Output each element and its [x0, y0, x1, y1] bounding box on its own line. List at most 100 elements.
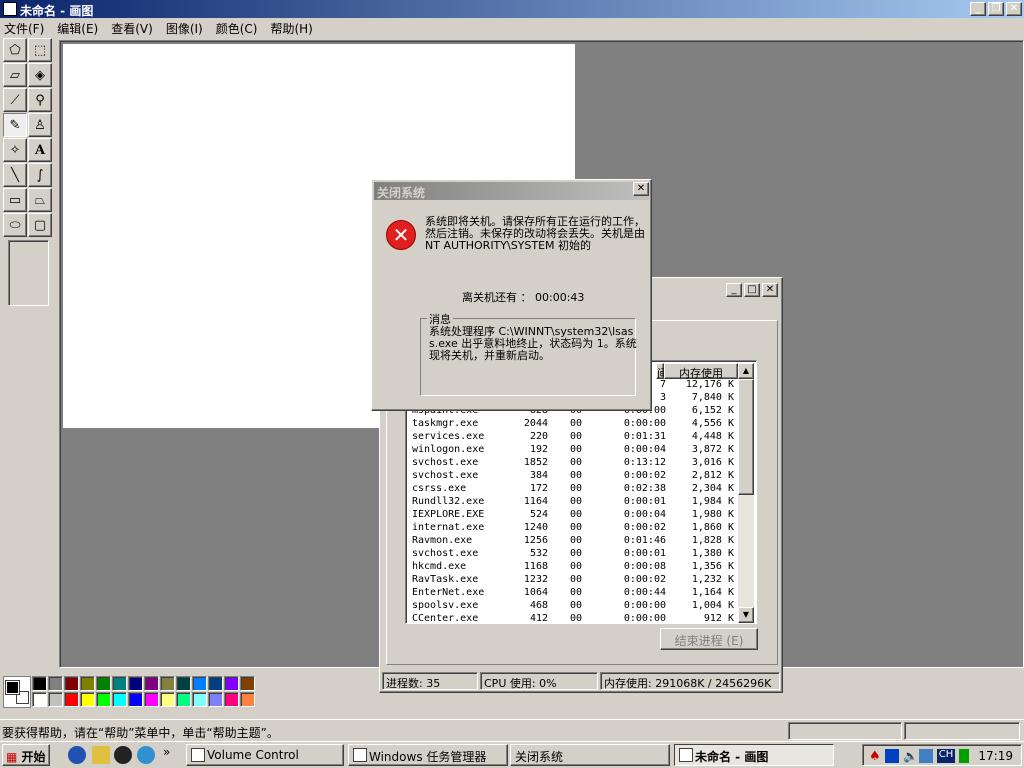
palette-color-swatch[interactable]	[240, 692, 255, 707]
ime-status-icon[interactable]	[959, 749, 969, 763]
tm-minimize-button[interactable]: _	[726, 283, 742, 297]
menu-help[interactable]: 帮助(H)	[270, 20, 312, 38]
palette-color-swatch[interactable]	[160, 692, 175, 707]
volume-tray-icon[interactable]: 🔈	[903, 749, 918, 763]
menu-file[interactable]: 文件(F)	[4, 20, 44, 38]
polygon-tool-icon[interactable]: ⏢	[28, 188, 52, 212]
table-row[interactable]: CCenter.exe 412 00 0:00:00 912 K	[408, 613, 738, 623]
palette-color-swatch[interactable]	[32, 692, 47, 707]
palette-color-swatch[interactable]	[192, 676, 207, 691]
task-paint[interactable]: 未命名 - 画图	[674, 744, 834, 766]
palette-color-swatch[interactable]	[176, 676, 191, 691]
ie-quicklaunch-icon[interactable]	[68, 746, 86, 764]
palette-color-swatch[interactable]	[48, 676, 63, 691]
pencil-tool-icon[interactable]: ✎	[3, 113, 27, 137]
table-row[interactable]: winlogon.exe 192 00 0:00:04 3,872 K	[408, 444, 738, 457]
scroll-down-icon[interactable]: ▼	[738, 607, 754, 623]
palette-color-swatch[interactable]	[32, 676, 47, 691]
start-button[interactable]: ▦ 开始	[2, 744, 50, 766]
palette-color-swatch[interactable]	[112, 692, 127, 707]
table-row[interactable]: services.exe 220 00 0:01:31 4,448 K	[408, 431, 738, 444]
palette-color-swatch[interactable]	[240, 676, 255, 691]
table-row[interactable]: Ravmon.exe 1256 00 0:01:46 1,828 K	[408, 535, 738, 548]
task-task-manager[interactable]: Windows 任务管理器	[348, 744, 508, 766]
palette-color-swatch[interactable]	[224, 676, 239, 691]
qq-quicklaunch-icon[interactable]	[114, 746, 132, 764]
table-row[interactable]: svchost.exe 1852 00 0:13:12 3,016 K	[408, 457, 738, 470]
text-tool-icon[interactable]: A	[28, 138, 52, 162]
palette-color-swatch[interactable]	[160, 676, 175, 691]
palette-color-swatch[interactable]	[96, 692, 111, 707]
color-picker-tool-icon[interactable]: ⟋	[3, 88, 27, 112]
palette-color-swatch[interactable]	[80, 692, 95, 707]
end-process-button[interactable]: 结束进程 (E)	[660, 628, 758, 650]
palette-color-swatch[interactable]	[128, 676, 143, 691]
ellipse-tool-icon[interactable]: ⬭	[3, 213, 27, 237]
col-mem-usage[interactable]: 内存使用	[664, 363, 738, 380]
palette-color-swatch[interactable]	[224, 692, 239, 707]
col-cpu-time[interactable]: 间	[656, 363, 668, 380]
scroll-thumb[interactable]	[738, 379, 754, 495]
table-row[interactable]: spoolsv.exe 468 00 0:00:00 1,004 K	[408, 600, 738, 613]
restore-button[interactable]: ❐	[988, 2, 1004, 16]
palette-color-swatch[interactable]	[192, 692, 207, 707]
palette-color-swatch[interactable]	[176, 692, 191, 707]
table-row[interactable]: svchost.exe 384 00 0:00:02 2,812 K	[408, 470, 738, 483]
curve-tool-icon[interactable]: ∫	[28, 163, 52, 187]
tm-close-button[interactable]: ✕	[762, 283, 778, 297]
palette-color-swatch[interactable]	[128, 692, 143, 707]
palette-color-swatch[interactable]	[144, 692, 159, 707]
table-row[interactable]: csrss.exe 172 00 0:02:38 2,304 K	[408, 483, 738, 496]
computer-tray-icon[interactable]	[919, 749, 933, 763]
eraser-tool-icon[interactable]: ▱	[3, 63, 27, 87]
palette-color-swatch[interactable]	[144, 676, 159, 691]
outlook-quicklaunch-icon[interactable]	[92, 746, 110, 764]
task-shutdown-dialog[interactable]: 关闭系统	[510, 744, 670, 766]
table-row[interactable]: internat.exe 1240 00 0:00:02 1,860 K	[408, 522, 738, 535]
scroll-up-icon[interactable]: ▲	[738, 363, 754, 379]
tm-maximize-button[interactable]: □	[744, 283, 760, 297]
brush-tool-icon[interactable]: ♙	[28, 113, 52, 137]
palette-color-swatch[interactable]	[96, 676, 111, 691]
fill-tool-icon[interactable]: ◈	[28, 63, 52, 87]
table-row[interactable]: IEXPLORE.EXE 524 00 0:00:04 1,980 K	[408, 509, 738, 522]
paint-title-bar[interactable]: 未命名 - 画图 _ ❐ ✕	[0, 0, 1024, 18]
process-list-scrollbar[interactable]: ▲ ▼	[738, 363, 754, 623]
airbrush-tool-icon[interactable]: ✧	[3, 138, 27, 162]
menu-image[interactable]: 图像(I)	[166, 20, 203, 38]
menu-edit[interactable]: 编辑(E)	[57, 20, 98, 38]
table-row[interactable]: svchost.exe 532 00 0:00:01 1,380 K	[408, 548, 738, 561]
table-row[interactable]: EnterNet.exe 1064 00 0:00:44 1,164 K	[408, 587, 738, 600]
line-tool-icon[interactable]: ╲	[3, 163, 27, 187]
palette-color-swatch[interactable]	[64, 692, 79, 707]
table-row[interactable]: taskmgr.exe 2044 00 0:00:00 4,556 K	[408, 418, 738, 431]
current-colors[interactable]	[3, 676, 31, 708]
browser-quicklaunch-icon[interactable]	[137, 746, 155, 764]
rectangle-tool-icon[interactable]: ▭	[3, 188, 27, 212]
free-select-tool-icon[interactable]: ⬠	[3, 38, 27, 62]
magnifier-tool-icon[interactable]: ⚲	[28, 88, 52, 112]
dialog-close-icon[interactable]: ✕	[633, 182, 649, 196]
tool-options-box[interactable]	[8, 240, 49, 306]
rect-select-tool-icon[interactable]: ⬚	[28, 38, 52, 62]
palette-color-swatch[interactable]	[64, 676, 79, 691]
palette-color-swatch[interactable]	[112, 676, 127, 691]
quicklaunch-more-icon[interactable]: »	[163, 745, 170, 759]
menu-view[interactable]: 查看(V)	[111, 20, 153, 38]
palette-color-swatch[interactable]	[208, 692, 223, 707]
rounded-rect-tool-icon[interactable]: ▢	[28, 213, 52, 237]
palette-color-swatch[interactable]	[80, 676, 95, 691]
table-row[interactable]: hkcmd.exe 1168 00 0:00:08 1,356 K	[408, 561, 738, 574]
minimize-button[interactable]: _	[970, 2, 986, 16]
ime-indicator[interactable]: CH	[937, 749, 955, 763]
foreground-color-swatch[interactable]	[5, 680, 20, 695]
palette-color-swatch[interactable]	[208, 676, 223, 691]
antivirus-tray-icon[interactable]: ♠	[869, 749, 883, 764]
close-button[interactable]: ✕	[1006, 2, 1022, 16]
palette-color-swatch[interactable]	[48, 692, 63, 707]
task-volume-control[interactable]: Volume Control	[186, 744, 344, 766]
table-row[interactable]: Rundll32.exe 1164 00 0:00:01 1,984 K	[408, 496, 738, 509]
menu-colors[interactable]: 颜色(C)	[216, 20, 258, 38]
table-row[interactable]: RavTask.exe 1232 00 0:00:02 1,232 K	[408, 574, 738, 587]
network-tray-icon[interactable]	[885, 749, 899, 763]
